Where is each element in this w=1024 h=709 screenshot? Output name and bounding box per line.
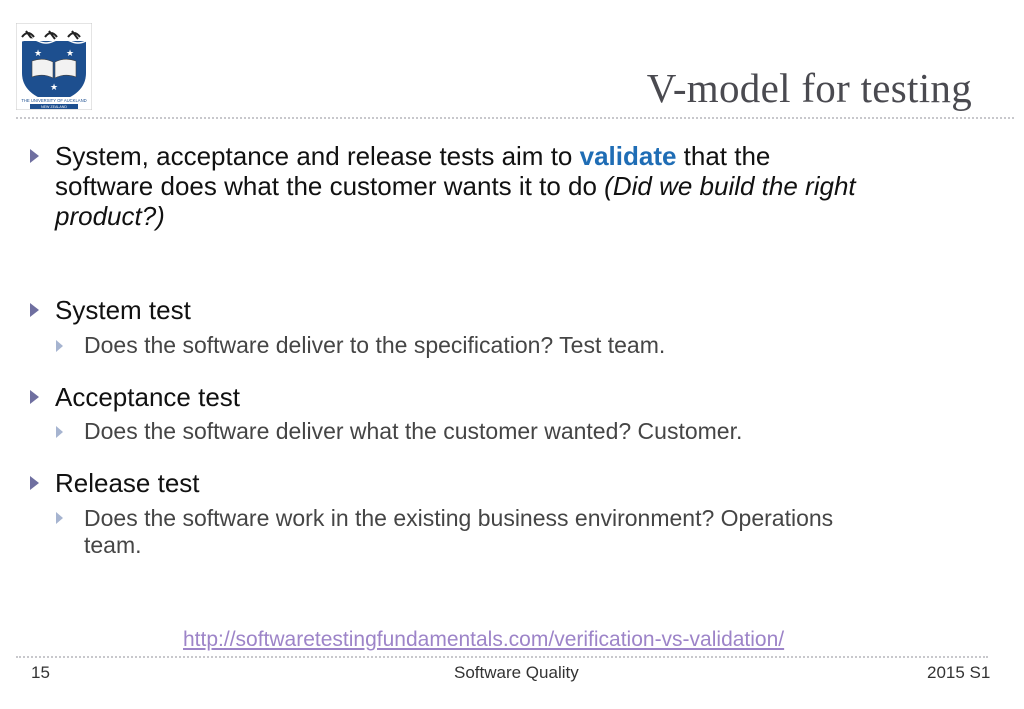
- intro-text-part2: that the: [676, 141, 771, 171]
- reference-link[interactable]: http://softwaretestingfundamentals.com/v…: [183, 628, 784, 652]
- intro-line-3: product?): [55, 201, 165, 231]
- page-number: 15: [31, 663, 50, 682]
- university-crest-logo: ★ ★ ★ THE UNIVERSITY OF AUCKLAND NEW ZEA…: [16, 23, 92, 110]
- footer-divider: [16, 656, 988, 658]
- release-test-heading: Release test: [55, 468, 200, 498]
- intro-line-1: System, acceptance and release tests aim…: [55, 141, 770, 171]
- intro-line2-plain: software does what the customer wants it…: [55, 171, 605, 201]
- title-divider: [16, 117, 1014, 119]
- footer-course: Software Quality: [454, 663, 579, 682]
- slide-title: V-model for testing: [646, 65, 972, 111]
- acceptance-test-detail: Does the software deliver what the custo…: [84, 418, 743, 444]
- validate-highlight: validate: [579, 141, 677, 171]
- sub-bullet-icon: [56, 426, 63, 438]
- bullet-icon: [30, 149, 39, 163]
- bullet-icon: [30, 476, 39, 490]
- svg-text:NEW ZEALAND: NEW ZEALAND: [41, 105, 67, 109]
- svg-text:★: ★: [50, 82, 58, 92]
- intro-line2-italic: (Did we build the right: [604, 171, 856, 201]
- svg-text:★: ★: [34, 48, 42, 58]
- sub-bullet-icon: [56, 340, 63, 352]
- sub-bullet-icon: [56, 512, 63, 524]
- acceptance-test-heading: Acceptance test: [55, 382, 240, 412]
- bullet-icon: [30, 303, 39, 317]
- footer-term: 2015 S1: [927, 663, 991, 682]
- release-test-detail-line2: team.: [84, 532, 142, 558]
- system-test-heading: System test: [55, 295, 191, 325]
- bullet-icon: [30, 390, 39, 404]
- svg-text:★: ★: [66, 48, 74, 58]
- svg-text:THE UNIVERSITY OF AUCKLAND: THE UNIVERSITY OF AUCKLAND: [21, 98, 86, 103]
- intro-line-2: software does what the customer wants it…: [55, 171, 856, 201]
- release-test-detail-line1: Does the software work in the existing b…: [84, 505, 834, 531]
- system-test-detail: Does the software deliver to the specifi…: [84, 332, 666, 358]
- intro-text-part1: System, acceptance and release tests aim…: [55, 141, 580, 171]
